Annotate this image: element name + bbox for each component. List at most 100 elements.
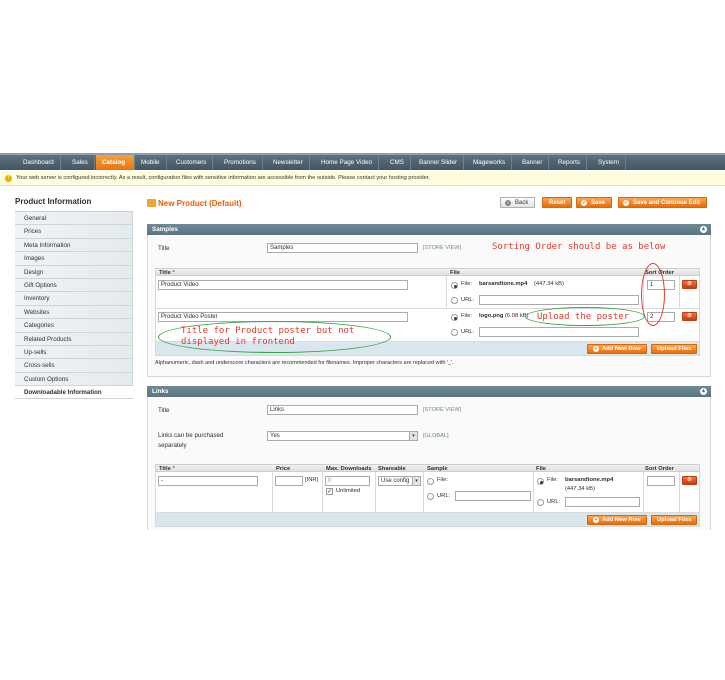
nav-dashboard[interactable]: Dashboard: [17, 155, 61, 170]
notice-text: Your web server is configured incorrectl…: [16, 175, 430, 181]
link-price-input[interactable]: [275, 476, 303, 486]
annotation-poster-title-line2: displayed in frontend: [181, 337, 295, 347]
page-title: New Product (Default): [158, 199, 242, 208]
nav-catalog[interactable]: Catalog: [96, 155, 135, 170]
sidebar-item-websites[interactable]: Websites: [15, 305, 133, 320]
sidebar-item-images[interactable]: Images: [15, 252, 133, 266]
chevron-down-icon: ▾: [412, 477, 420, 485]
sidebar-item-up-sells[interactable]: Up-sells: [15, 345, 133, 360]
grid-divider: [423, 472, 424, 513]
link-url-input[interactable]: [565, 497, 640, 507]
plus-icon: +: [593, 517, 599, 523]
sidebar-item-meta-information[interactable]: Meta Information: [15, 238, 133, 253]
nav-customers[interactable]: Customers: [170, 155, 214, 170]
max-downloads-input[interactable]: 0: [325, 476, 370, 486]
sidebar-item-inventory[interactable]: Inventory: [15, 292, 133, 306]
purchase-separately-select[interactable]: Yes ▾: [267, 431, 418, 441]
nav-reports[interactable]: Reports: [552, 155, 588, 170]
save-button[interactable]: ✓ Save: [576, 197, 613, 208]
sidebar-item-gift-options[interactable]: Gift Options: [15, 278, 133, 293]
save-continue-button[interactable]: ✓ Save and Continue Edit: [618, 197, 708, 208]
delete-row-button[interactable]: ⊗: [682, 280, 697, 289]
delete-row-button[interactable]: ⊗: [682, 476, 697, 485]
sidebar-item-custom-options[interactable]: Custom Options: [15, 372, 133, 387]
links-section-title: Links: [152, 388, 169, 395]
link-url-radio[interactable]: [537, 499, 544, 506]
shareable-select[interactable]: Use config ▾: [378, 476, 421, 486]
unlimited-label: Unlimited: [336, 488, 361, 494]
sample-url-radio[interactable]: [427, 493, 434, 500]
sample-file-radio[interactable]: [451, 314, 458, 321]
link-file-name: barsandtone.mp4: [565, 477, 614, 483]
sample-url-input[interactable]: [479, 295, 639, 305]
link-file-label: File:: [547, 477, 558, 483]
nav-banner-slider[interactable]: Banner Slider: [413, 155, 465, 170]
sample-url-input[interactable]: [479, 327, 639, 337]
samples-add-row-button[interactable]: + Add New Row: [587, 344, 647, 354]
product-icon: [147, 199, 156, 207]
close-icon: ⊗: [686, 477, 693, 483]
delete-row-button[interactable]: ⊗: [682, 312, 697, 321]
sidebar-item-related-products[interactable]: Related Products: [15, 332, 133, 346]
nav-home-page-video[interactable]: Home Page Video: [315, 155, 379, 170]
samples-upload-button[interactable]: Upload Files: [651, 344, 698, 354]
grid-divider: [375, 472, 376, 513]
link-sort-input[interactable]: [647, 476, 675, 486]
save-continue-label: Save and Continue Edit: [633, 200, 701, 206]
sidebar-item-cross-sells[interactable]: Cross-sells: [15, 359, 133, 373]
main-nav: Dashboard Sales Catalog Mobile Customers…: [0, 153, 725, 170]
sample-file-label: File:: [437, 477, 448, 483]
link-file-radio[interactable]: [537, 478, 544, 485]
sidebar-item-categories[interactable]: Categories: [15, 319, 133, 333]
unlimited-checkbox[interactable]: ✓: [326, 488, 333, 495]
purchase-separately-value: Yes: [270, 433, 280, 439]
back-button[interactable]: ‹ Back: [500, 197, 536, 208]
sidebar-item-general[interactable]: General: [15, 212, 133, 226]
sidebar-item-design[interactable]: Design: [15, 265, 133, 279]
arrow-left-icon: ‹: [505, 200, 511, 206]
sample-url-radio[interactable]: [451, 297, 458, 304]
purchase-separately-label: Links can be purchased: [158, 432, 224, 439]
grid-divider: [322, 472, 323, 513]
nav-mobile[interactable]: Mobile: [135, 155, 167, 170]
sample-file-radio[interactable]: [451, 282, 458, 289]
links-add-row-button[interactable]: + Add New Row: [587, 515, 647, 525]
samples-section-header[interactable]: Samples ▴: [147, 224, 711, 235]
grid-divider: [643, 472, 644, 513]
link-file-size: (447.34 kB): [565, 486, 595, 492]
collapse-icon[interactable]: ▴: [700, 388, 707, 395]
sidebar-item-downloadable-information[interactable]: Downloadable Information: [15, 386, 133, 400]
samples-title-input[interactable]: Samples: [267, 243, 418, 253]
plus-icon: +: [593, 346, 599, 352]
links-section-header[interactable]: Links ▴: [147, 386, 711, 397]
grid-divider: [272, 472, 273, 513]
url-label: URL:: [461, 329, 475, 335]
add-row-label: Add New Row: [602, 517, 641, 523]
grid-divider: [533, 472, 534, 513]
nav-cms[interactable]: CMS: [384, 155, 411, 170]
link-title-input[interactable]: -: [158, 476, 258, 486]
file-name: barsandtone.mp4: [479, 281, 528, 287]
nav-sales[interactable]: Sales: [66, 155, 95, 170]
chevron-down-icon: ▾: [409, 432, 417, 440]
back-label: Back: [515, 200, 529, 206]
links-title-input[interactable]: Links: [267, 405, 418, 415]
nav-banner[interactable]: Banner: [516, 155, 550, 170]
sidebar-item-prices[interactable]: Prices: [15, 225, 133, 239]
sample-url-radio[interactable]: [451, 329, 458, 336]
samples-section-title: Samples: [152, 226, 178, 233]
file-size: (447.34 kB): [534, 281, 564, 287]
links-title-label: Title: [158, 407, 170, 414]
links-upload-button[interactable]: Upload Files: [651, 515, 698, 525]
nav-mageworks[interactable]: Mageworks: [467, 155, 513, 170]
reset-button[interactable]: Reset: [542, 197, 573, 208]
sample-file-radio[interactable]: [427, 478, 434, 485]
sample-url-label: URL:: [437, 493, 451, 499]
save-label: Save: [591, 200, 606, 206]
nav-promotions[interactable]: Promotions: [218, 155, 263, 170]
sample-url-input[interactable]: [455, 491, 531, 501]
nav-system[interactable]: System: [592, 155, 626, 170]
sample-title-input[interactable]: Product Video: [158, 280, 408, 290]
collapse-icon[interactable]: ▴: [700, 226, 707, 233]
nav-newsletter[interactable]: Newsletter: [267, 155, 310, 170]
